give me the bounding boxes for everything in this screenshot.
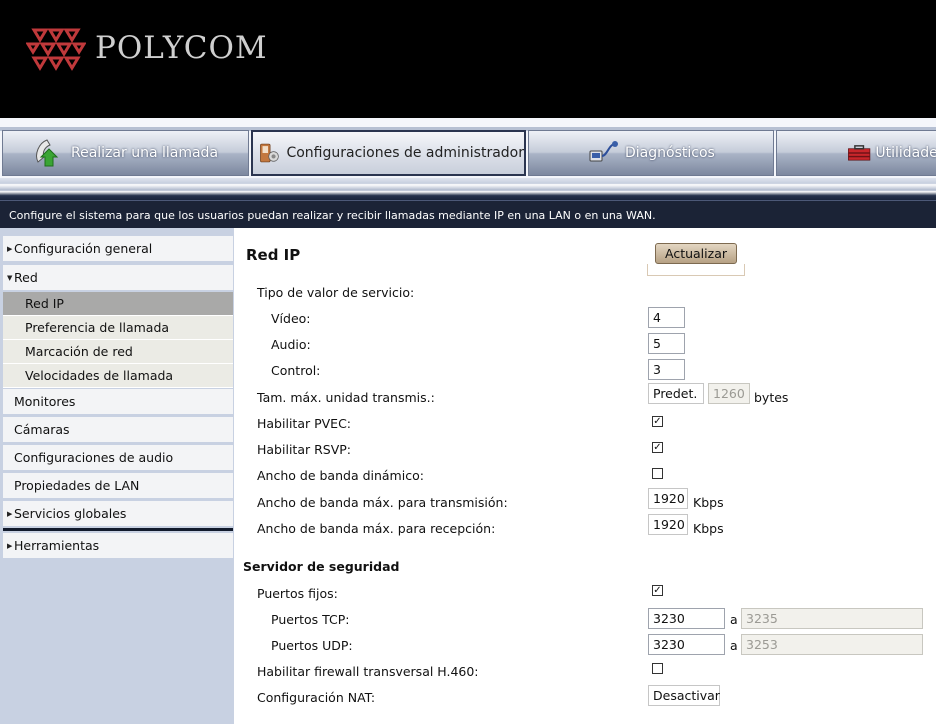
update-button[interactable]: Actualizar — [655, 243, 737, 264]
tab-label: Realizar una llamada — [71, 145, 219, 161]
sidebar-item-label: Configuración general — [14, 241, 153, 256]
sidebar-item-label: Cámaras — [14, 422, 70, 437]
video-qos-input[interactable]: 4 — [648, 307, 685, 328]
dynamic-bandwidth-label: Ancho de banda dinámico: — [257, 468, 424, 483]
tab-utilities[interactable]: Utilidades — [776, 130, 936, 176]
main-content: Red IP Actualizar Tipo de valor de servi… — [234, 228, 936, 724]
udp-port-to-input[interactable]: 3253 — [741, 634, 923, 655]
brand-name: POLYCOM — [95, 30, 268, 66]
max-rx-bandwidth-unit: Kbps — [693, 521, 724, 536]
h460-firewall-checkbox[interactable] — [652, 663, 663, 674]
toolbox-icon — [848, 145, 871, 161]
fixed-ports-checkbox[interactable]: ✓ — [652, 585, 663, 596]
tab-diagnostics[interactable]: Diagnósticos — [528, 130, 774, 176]
tab-place-call[interactable]: Realizar una llamada — [2, 130, 249, 176]
rsvp-label: Habilitar RSVP: — [257, 442, 352, 457]
sidebar-item-cameras[interactable]: Cámaras — [3, 417, 233, 443]
max-rx-bandwidth-select[interactable]: 1920 — [648, 514, 688, 535]
sidebar-item-label: Servicios globales — [14, 506, 127, 521]
udp-ports-label: Puertos UDP: — [271, 638, 353, 653]
phone-icon — [36, 139, 59, 167]
sidebar-item-label: Propiedades de LAN — [14, 478, 140, 493]
page-title: Red IP — [246, 246, 301, 264]
sidebar-item-general-config[interactable]: ▶ Configuración general — [3, 236, 233, 262]
max-tx-bandwidth-select[interactable]: 1920 — [648, 488, 688, 509]
control-qos-input[interactable]: 3 — [648, 359, 685, 380]
sidebar-item-ip-network[interactable]: Red IP — [3, 292, 233, 316]
tcp-port-to-input[interactable]: 3235 — [741, 608, 923, 629]
mtu-value-input[interactable]: 1260 — [708, 383, 750, 404]
sidebar-item-label: Configuraciones de audio — [14, 450, 174, 465]
update-button-frame — [647, 264, 745, 276]
sidebar-item-label: Velocidades de llamada — [25, 368, 174, 383]
udp-port-from-input[interactable]: 3230 — [648, 634, 725, 655]
max-tx-bandwidth-label: Ancho de banda máx. para transmisión: — [257, 495, 508, 510]
security-section-title: Servidor de seguridad — [243, 559, 400, 574]
tab-label: Diagnósticos — [625, 145, 715, 161]
tcp-port-from-input[interactable]: 3230 — [648, 608, 725, 629]
app-header: POLYCOM — [0, 0, 936, 118]
pvec-checkbox[interactable]: ✓ — [652, 416, 663, 427]
control-qos-label: Control: — [271, 363, 321, 378]
sidebar-item-label: Preferencia de llamada — [25, 320, 170, 335]
diagnostics-icon — [589, 141, 618, 162]
video-qos-label: Vídeo: — [271, 311, 311, 326]
mtu-label: Tam. máx. unidad transmis.: — [257, 390, 435, 405]
tab-bar-bottom-rule — [0, 178, 936, 200]
tab-label: Configuraciones de administrador — [286, 145, 524, 161]
sidebar-divider — [3, 528, 233, 531]
mtu-mode-select[interactable]: Predet. — [648, 383, 704, 404]
sidebar-item-call-speeds[interactable]: Velocidades de llamada — [3, 364, 233, 388]
sidebar-item-label: Monitores — [14, 394, 76, 409]
dynamic-bandwidth-checkbox[interactable] — [652, 468, 663, 479]
audio-qos-input[interactable]: 5 — [648, 333, 685, 354]
tcp-port-separator: a — [730, 612, 738, 627]
tcp-ports-label: Puertos TCP: — [271, 612, 350, 627]
sidebar-item-lan-properties[interactable]: Propiedades de LAN — [3, 473, 233, 499]
mtu-unit: bytes — [754, 390, 789, 405]
sidebar: ▶ Configuración general ▼ Red Red IP Pre… — [0, 228, 234, 724]
sidebar-item-network-dialing[interactable]: Marcación de red — [3, 340, 233, 364]
polycom-logo-icon — [26, 28, 86, 71]
sidebar-item-call-preference[interactable]: Preferencia de llamada — [3, 316, 233, 340]
sidebar-item-label: Herramientas — [14, 538, 100, 553]
admin-tools-icon — [260, 143, 279, 163]
audio-qos-label: Audio: — [271, 337, 311, 352]
sidebar-item-audio-settings[interactable]: Configuraciones de audio — [3, 445, 233, 471]
tab-admin-settings[interactable]: Configuraciones de administrador — [251, 130, 526, 176]
fixed-ports-label: Puertos fijos: — [257, 586, 338, 601]
tab-label: Utilidades — [875, 145, 936, 161]
sidebar-item-monitors[interactable]: Monitores — [3, 389, 233, 415]
sidebar-item-label: Red — [14, 270, 38, 285]
sidebar-item-tools[interactable]: ▶ Herramientas — [3, 533, 233, 559]
sidebar-item-label: Marcación de red — [25, 344, 133, 359]
max-rx-bandwidth-label: Ancho de banda máx. para recepción: — [257, 521, 496, 536]
nat-config-label: Configuración NAT: — [257, 690, 376, 705]
main-tab-bar: Realizar una llamada Configuraciones de … — [0, 118, 936, 200]
qos-label: Tipo de valor de servicio: — [257, 285, 415, 300]
expand-arrow-icon: ▶ — [7, 509, 13, 518]
rsvp-checkbox[interactable]: ✓ — [652, 442, 663, 453]
h460-firewall-label: Habilitar firewall transversal H.460: — [257, 664, 479, 679]
expand-arrow-icon: ▶ — [7, 244, 13, 253]
pvec-label: Habilitar PVEC: — [257, 416, 352, 431]
sidebar-item-global-services[interactable]: ▶ Servicios globales — [3, 501, 233, 527]
page-description: Configure el sistema para que los usuari… — [0, 200, 936, 228]
udp-port-separator: a — [730, 638, 738, 653]
sidebar-item-network[interactable]: ▼ Red — [3, 265, 233, 291]
expand-arrow-icon: ▶ — [7, 541, 13, 550]
nat-config-select[interactable]: Desactivar — [648, 685, 720, 706]
max-tx-bandwidth-unit: Kbps — [693, 495, 724, 510]
collapse-arrow-icon: ▼ — [7, 273, 13, 282]
sidebar-item-label: Red IP — [25, 296, 64, 311]
